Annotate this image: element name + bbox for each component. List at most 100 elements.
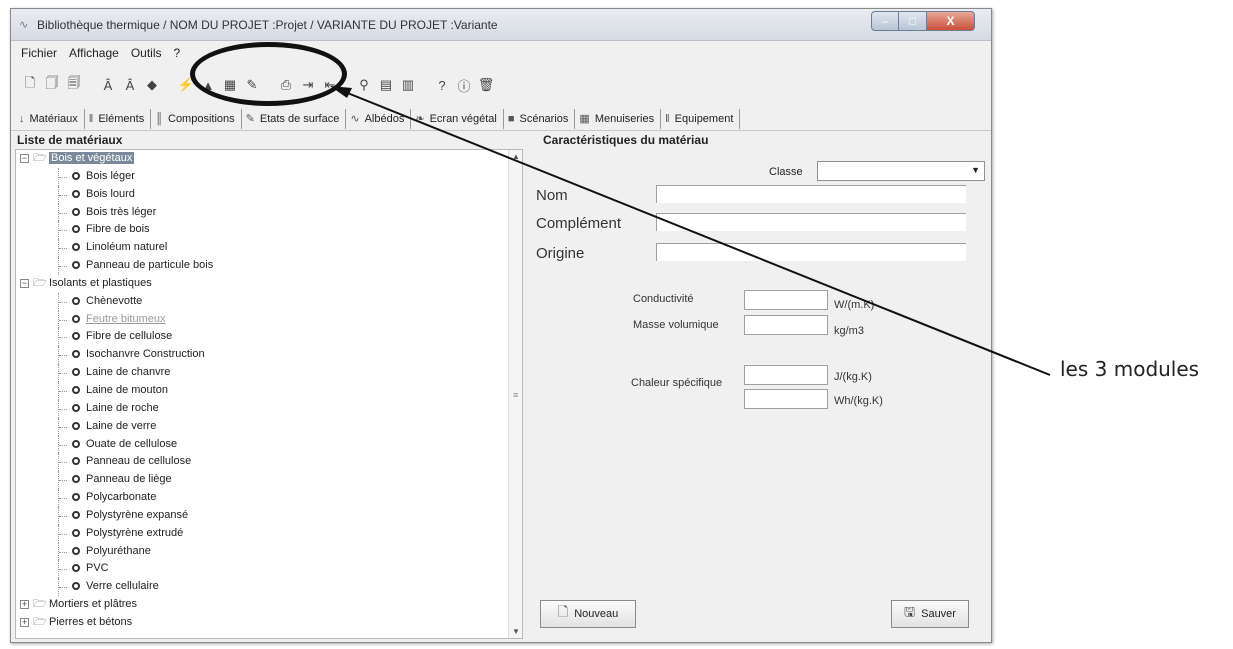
tree-item[interactable]: Fibre de bois <box>16 221 510 240</box>
menu-item-0[interactable]: Fichier <box>15 42 63 64</box>
scroll-up-icon[interactable]: ▲ <box>512 152 520 161</box>
tree-branch <box>58 381 68 400</box>
menu-item-1[interactable]: Affichage <box>63 42 125 64</box>
tree-item[interactable]: Laine de roche <box>16 399 510 418</box>
maximize-button[interactable]: □ <box>899 11 927 31</box>
chaleur-whkgk-input[interactable] <box>744 389 828 409</box>
menu-item-3[interactable]: ? <box>168 42 187 64</box>
tree-item[interactable]: Fibre de cellulose <box>16 328 510 347</box>
scroll-grip-icon[interactable]: ≡ <box>513 390 518 400</box>
tree-branch <box>58 221 68 240</box>
conductivite-input[interactable] <box>744 290 828 310</box>
info-icon[interactable]: ⓘ <box>453 74 475 96</box>
tree-item[interactable]: Bois léger <box>16 167 510 186</box>
tree-item[interactable]: Verre cellulaire <box>16 578 510 597</box>
tree-label: Laine de verre <box>86 419 157 432</box>
scroll-down-icon[interactable]: ▼ <box>512 627 520 636</box>
folder-icon: 🗁 <box>33 276 47 289</box>
copy-doc-icon[interactable]: 🗍 <box>41 74 63 96</box>
material-icon <box>72 439 80 448</box>
tree-scrollbar[interactable]: ▲ ≡ ▼ <box>508 150 522 638</box>
nom-label: Nom <box>536 187 568 204</box>
chevron-down-icon[interactable]: ▼ <box>971 165 980 175</box>
classe-select[interactable]: ▼ <box>817 161 985 181</box>
sauver-label: Sauver <box>921 608 956 620</box>
tree-label: Polyuréthane <box>86 544 151 557</box>
collapse-icon[interactable]: − <box>20 153 29 163</box>
tree-item[interactable]: Chènevotte <box>16 292 510 311</box>
eraser-icon[interactable]: ◆ <box>141 74 163 96</box>
nom-field[interactable] <box>656 185 966 203</box>
expand-icon[interactable]: + <box>20 617 29 627</box>
toolbar: 🗋 🗍 🗐 Â Â ◆ ⚡ ▲ ▦ ✎ ⎙ ⇥ ⇤ ⚲ ▤ ▥? ⓘ 🗑 <box>11 65 991 105</box>
tab-7[interactable]: ▦ Menuiseries <box>575 108 662 129</box>
tab-3[interactable]: ✎ Etats de surface <box>242 108 347 129</box>
tab-5[interactable]: ❧ Ecran végétal <box>411 108 504 129</box>
tree-item[interactable]: Bois très léger <box>16 203 510 222</box>
tree-item[interactable]: Feutre bitumeux <box>16 310 510 329</box>
tab-6[interactable]: ■ Scénarios <box>504 108 576 129</box>
tab-0[interactable]: ↓ Matériaux <box>15 108 85 129</box>
tree-item[interactable]: Polyuréthane <box>16 542 510 561</box>
tree-branch <box>58 435 68 454</box>
paste-doc-icon[interactable]: 🗐 <box>63 74 85 96</box>
search-icon[interactable]: ⚲ <box>353 74 375 96</box>
nouveau-button[interactable]: 🗋 Nouveau <box>540 600 636 628</box>
trash-icon[interactable]: 🗑 <box>475 74 497 96</box>
filter-icon[interactable]: ▤ <box>375 74 397 96</box>
tree-item[interactable]: Laine de chanvre <box>16 364 510 382</box>
tree-item[interactable]: Panneau de liège <box>16 471 510 490</box>
tree-item[interactable]: Laine de verre <box>16 417 510 436</box>
tab-label: Scénarios <box>519 112 569 125</box>
new-doc-icon[interactable]: 🗋 <box>19 74 41 96</box>
material-icon <box>72 528 80 537</box>
tree-label: Verre cellulaire <box>86 580 159 593</box>
tree-branch <box>58 167 68 186</box>
collapse-icon[interactable]: − <box>20 278 29 288</box>
origine-label: Origine <box>536 245 585 262</box>
material-icon <box>72 582 80 591</box>
tree-item[interactable]: Bois lourd <box>16 185 510 204</box>
tree-category[interactable]: + 🗁 Mortiers et plâtres <box>16 596 510 614</box>
material-icon <box>72 475 80 484</box>
chaleur-jkgk-input[interactable] <box>744 365 828 385</box>
materials-tree[interactable]: − 🗁 Bois et végétaux Bois léger Bois lourd Bo… <box>15 149 523 639</box>
tree-label: Panneau de liège <box>86 473 172 486</box>
close-button[interactable]: X <box>927 11 975 31</box>
tree-category[interactable]: + 🗁 Pierres et bétons <box>16 614 510 632</box>
minimize-button[interactable]: – <box>871 11 899 31</box>
tree-item[interactable]: Panneau de cellulose <box>16 453 510 472</box>
tree-branch <box>58 399 68 418</box>
tab-label: Menuiseries <box>594 112 655 125</box>
origine-field[interactable] <box>656 243 966 261</box>
help-icon[interactable]: ? <box>431 74 453 96</box>
tree-item[interactable]: Polycarbonate <box>16 489 510 507</box>
font-b-icon[interactable]: Â <box>119 74 141 96</box>
tree-item[interactable]: PVC <box>16 560 510 579</box>
tab-label: Matériaux <box>29 112 78 125</box>
complement-field[interactable] <box>656 213 966 231</box>
tree-item[interactable]: Ouate de cellulose <box>16 435 510 454</box>
tree-branch <box>58 257 68 275</box>
tab-4[interactable]: ∿ Albédos <box>346 108 412 129</box>
sauver-button[interactable]: 🖫 Sauver <box>891 600 969 628</box>
tab-2[interactable]: ║ Compositions <box>151 108 242 129</box>
window-controls: – □ X <box>871 11 981 33</box>
title-bar[interactable]: ∿ Bibliothèque thermique / NOM DU PROJET… <box>11 9 991 41</box>
font-a-icon[interactable]: Â <box>97 74 119 96</box>
tree-item[interactable]: Isochanvre Construction <box>16 346 510 365</box>
chart-icon[interactable]: ▥ <box>397 74 419 96</box>
tree-item[interactable]: Linoléum naturel <box>16 239 510 258</box>
tree-item[interactable]: Polystyrène expansé <box>16 506 510 525</box>
expand-icon[interactable]: + <box>20 599 29 609</box>
tree-item[interactable]: Panneau de particule bois <box>16 257 510 275</box>
tree-item[interactable]: Laine de mouton <box>16 381 510 400</box>
tree-category[interactable]: − 🗁 Bois et végétaux <box>16 150 510 168</box>
tab-8[interactable]: ‖ Equipement <box>661 108 741 129</box>
tree-label: Panneau de particule bois <box>86 259 214 272</box>
menu-item-2[interactable]: Outils <box>125 42 168 64</box>
tab-1[interactable]: ‖ Eléments <box>85 108 152 129</box>
tree-category[interactable]: − 🗁 Isolants et plastiques <box>16 275 510 293</box>
tree-item[interactable]: Polystyrène extrudé <box>16 524 510 543</box>
masse-volumique-input[interactable] <box>744 315 828 335</box>
